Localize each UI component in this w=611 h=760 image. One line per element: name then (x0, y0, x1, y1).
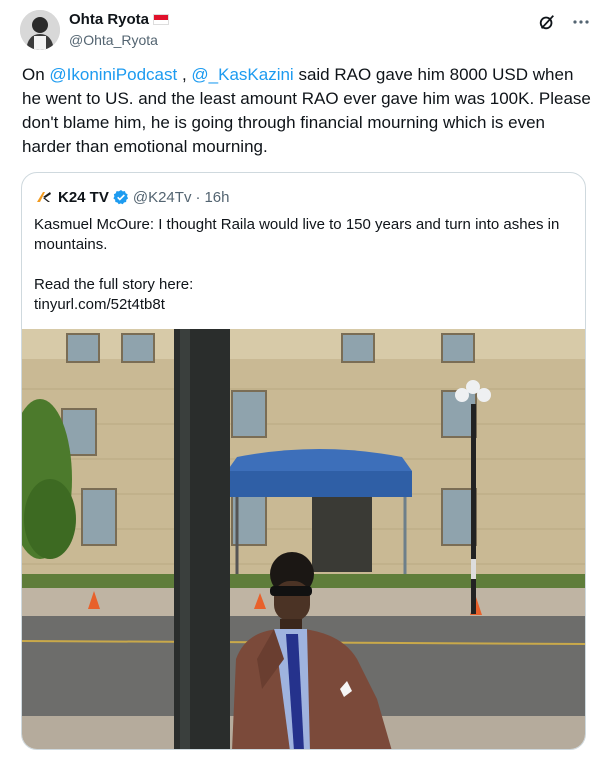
quote-photo[interactable] (22, 329, 585, 749)
tweet-text: On @IkoniniPodcast , @_KasKazini said RA… (22, 63, 592, 159)
avatar[interactable] (20, 10, 60, 50)
author-name-row[interactable]: Ohta Ryota (69, 11, 170, 28)
quote-author-handle[interactable]: @K24Tv (133, 189, 192, 206)
k24-logo-icon (34, 187, 54, 207)
top-actions (537, 12, 591, 32)
more-icon[interactable] (571, 12, 591, 32)
quote-header: K24 TV @K24Tv · 16h (34, 187, 229, 207)
tweet-text-prefix: On (22, 65, 50, 84)
quote-author-name[interactable]: K24 TV (58, 189, 109, 206)
tweet-card: Ohta Ryota @Ohta_Ryota On @IkoniniPodcas… (0, 0, 611, 760)
grok-icon[interactable] (537, 12, 557, 32)
quote-line-1: Kasmuel McOure: I thought Raila would li… (34, 216, 560, 253)
mention-ikoninipodcast[interactable]: @IkoniniPodcast (49, 65, 177, 84)
quote-timestamp[interactable]: 16h (204, 189, 229, 206)
quoted-tweet[interactable]: K24 TV @K24Tv · 16h Kasmuel McOure: I th… (21, 172, 586, 750)
mention-kaskazini[interactable]: @_KasKazini (191, 65, 293, 84)
tweet-text-comma: , (177, 65, 192, 84)
author-handle[interactable]: @Ohta_Ryota (69, 32, 158, 48)
quote-link[interactable]: tinyurl.com/52t4tb8t (34, 295, 574, 315)
author-name[interactable]: Ohta Ryota (69, 11, 149, 28)
flag-icon (153, 14, 170, 25)
verified-icon (113, 189, 129, 205)
quote-line-2: Read the full story here: (34, 276, 194, 293)
quote-separator: · (195, 188, 201, 206)
quote-text: Kasmuel McOure: I thought Raila would li… (34, 215, 574, 315)
